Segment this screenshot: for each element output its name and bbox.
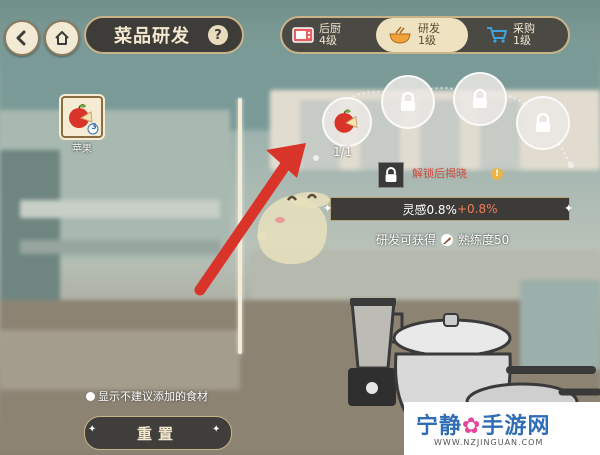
reward-prefix: 研发可获得 bbox=[376, 233, 437, 247]
reset-button[interactable]: 重置 bbox=[84, 416, 232, 450]
inspiration-bonus: +0.8% bbox=[456, 202, 498, 216]
site-watermark: 宁静✿手游网 WWW.NZJINGUAN.COM bbox=[404, 402, 600, 455]
knife-icon bbox=[441, 233, 454, 246]
blob-character bbox=[257, 192, 330, 265]
research-reward: 研发可获得 熟练度50 bbox=[376, 231, 509, 248]
show-unrecommended-label: 显示不建议添加的食材 bbox=[98, 390, 208, 403]
reset-label: 重置 bbox=[136, 424, 179, 443]
research-node-locked-2[interactable] bbox=[453, 72, 507, 126]
reward-suffix: 熟练度50 bbox=[458, 233, 510, 247]
lock-icon bbox=[385, 167, 397, 182]
sparkle-icon: ✦ bbox=[564, 202, 574, 215]
apple-icon bbox=[334, 109, 358, 133]
watermark-url: WWW.NZJINGUAN.COM bbox=[434, 438, 544, 447]
lock-icon bbox=[473, 89, 487, 108]
inspiration-bar: 灵感0.8% +0.8% bbox=[330, 197, 570, 221]
sparkle-icon: ✦ bbox=[212, 424, 221, 435]
radio-dot bbox=[86, 391, 95, 401]
info-icon[interactable]: ! bbox=[491, 168, 503, 180]
watermark-text: 宁静✿手游网 bbox=[416, 408, 550, 440]
watermark-main-suffix: 手游网 bbox=[481, 414, 551, 439]
show-unrecommended-toggle[interactable]: 显示不建议添加的食材 bbox=[86, 388, 208, 404]
research-node-locked-3[interactable] bbox=[516, 96, 570, 150]
watermark-main: 宁静 bbox=[416, 414, 463, 439]
pinwheel-logo-icon: ✿ bbox=[462, 414, 482, 439]
lock-icon bbox=[401, 92, 415, 111]
sparkle-icon: ✦ bbox=[88, 424, 97, 435]
locked-recipe-text: 解锁后揭晓 bbox=[412, 167, 467, 180]
research-progress: 1/1 bbox=[333, 145, 353, 159]
sparkle-icon: ✦ bbox=[323, 202, 333, 215]
inspiration-value: 灵感0.8% bbox=[402, 202, 457, 217]
research-node-apple[interactable] bbox=[322, 97, 372, 147]
recipe-lock-badge bbox=[378, 162, 404, 188]
lock-icon bbox=[536, 113, 550, 132]
research-node-locked-1[interactable] bbox=[381, 75, 435, 129]
